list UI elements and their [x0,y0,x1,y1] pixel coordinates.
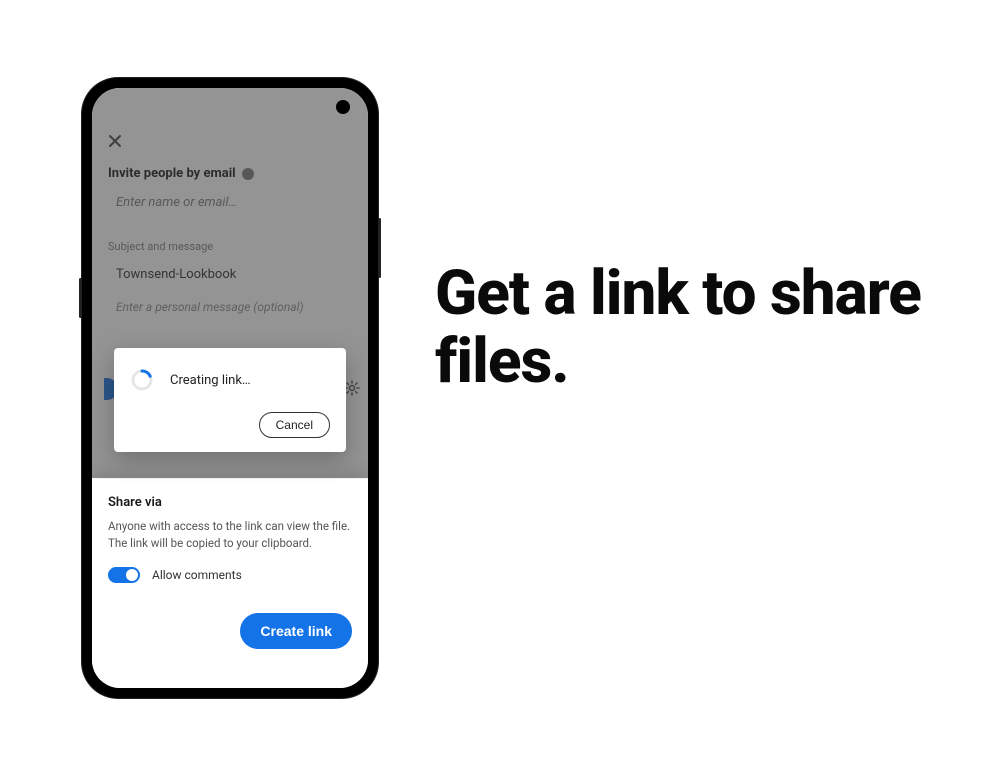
phone-screen: Invite people by email Enter name or ema… [92,88,368,688]
camera-hole [336,100,350,114]
allow-comments-toggle[interactable] [108,567,140,583]
creating-link-modal: Creating link… Cancel [114,348,346,452]
marketing-headline: Get a link to share files. [435,260,955,396]
sheet-description-line1: Anyone with access to the link can view … [108,519,350,533]
sheet-description: Anyone with access to the link can view … [108,518,352,551]
allow-comments-label: Allow comments [152,568,242,582]
share-via-sheet: Share via Anyone with access to the link… [92,478,368,688]
sheet-description-line2: The link will be copied to your clipboar… [108,536,312,550]
sheet-title: Share via [108,495,352,510]
create-link-button[interactable]: Create link [240,613,352,649]
modal-status-text: Creating link… [170,373,251,388]
phone-frame: Invite people by email Enter name or ema… [82,78,378,698]
cancel-button[interactable]: Cancel [259,412,330,438]
spinner-icon [130,368,154,392]
